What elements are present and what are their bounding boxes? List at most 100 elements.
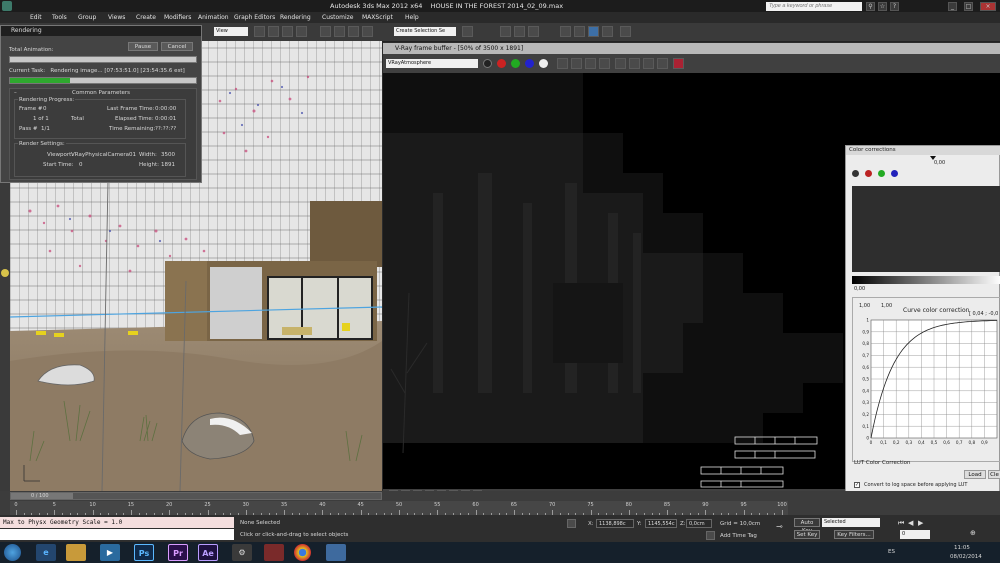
menu-help[interactable]: Help (405, 14, 419, 21)
zoom-icon[interactable]: ⊕ (970, 529, 976, 537)
mirror-icon[interactable] (362, 26, 373, 37)
region-render-icon[interactable] (629, 58, 640, 69)
start-button-icon[interactable] (4, 544, 21, 561)
clear-lut-button[interactable]: Cle (988, 470, 1000, 479)
photoshop-icon[interactable]: Ps (134, 544, 154, 561)
render-setup-icon[interactable] (574, 26, 585, 37)
schematic-icon[interactable] (528, 26, 539, 37)
timeline-ruler[interactable]: 0 5 10 15 20 25 30 35 40 45 50 55 60 65 70 75 80 85 90 95 10… (10, 501, 788, 515)
menu-create[interactable]: Create (136, 14, 156, 21)
cc-green-icon[interactable] (878, 170, 885, 177)
percent-snap-icon[interactable] (348, 26, 359, 37)
scale-icon[interactable] (296, 26, 307, 37)
load-image-icon[interactable] (571, 58, 582, 69)
previous-frame-icon[interactable]: ◀ (908, 519, 913, 527)
menu-group[interactable]: Group (78, 14, 96, 21)
lock-selection-icon[interactable] (567, 519, 576, 528)
chrome-icon[interactable] (294, 544, 311, 561)
move-icon[interactable] (268, 26, 279, 37)
menu-animation[interactable]: Animation (198, 14, 229, 21)
3ds-max-taskbar-icon[interactable]: ⚙ (232, 544, 252, 561)
duplicate-icon[interactable] (599, 58, 610, 69)
after-effects-icon[interactable]: Ae (198, 544, 218, 561)
maxscript-input[interactable] (0, 529, 234, 540)
mono-channel-icon[interactable] (539, 59, 548, 68)
file-explorer-icon[interactable] (66, 544, 86, 561)
rendering-dialog[interactable]: Rendering Total Animation: Pause Cancel … (0, 25, 202, 183)
pause-button[interactable]: Pause (128, 42, 158, 51)
cc-blue-icon[interactable] (891, 170, 898, 177)
search-input[interactable] (766, 2, 862, 11)
vray-frame-buffer-taskbar-icon[interactable] (326, 544, 346, 561)
layer-icon[interactable] (500, 26, 511, 37)
maximize-icon[interactable]: □ (964, 2, 973, 11)
color-corrections-panel[interactable]: Color corrections 0,00 0,00 1,00 1,00 Cu… (845, 145, 1000, 493)
internet-explorer-icon[interactable]: e (36, 544, 56, 561)
snap-icon[interactable] (320, 26, 331, 37)
track-mouse-icon[interactable] (615, 58, 626, 69)
key-icon[interactable]: ⊸ (776, 523, 790, 531)
menu-modifiers[interactable]: Modifiers (164, 14, 191, 21)
premiere-icon[interactable]: Pr (168, 544, 188, 561)
collapse-toggle-icon[interactable]: – (14, 90, 17, 96)
star-icon[interactable]: ☆ (878, 2, 887, 11)
menu-views[interactable]: Views (108, 14, 125, 21)
key-filters-button[interactable]: Key Filters... (834, 530, 874, 539)
material-editor-icon[interactable] (560, 26, 571, 37)
render-last-icon[interactable] (643, 58, 654, 69)
viewport-handle-icon[interactable] (1, 269, 9, 277)
alpha-channel-icon[interactable] (483, 59, 492, 68)
clear-image-icon[interactable] (585, 58, 596, 69)
link-inspector-icon[interactable] (657, 58, 668, 69)
cancel-button[interactable]: Cancel (161, 42, 193, 51)
green-channel-icon[interactable] (511, 59, 520, 68)
time-slider[interactable]: 0 / 100 (10, 492, 382, 500)
channel-dropdown[interactable]: VRayAtmosphere (386, 59, 478, 68)
render-icon[interactable] (602, 26, 613, 37)
select-icon[interactable] (254, 26, 265, 37)
help-icon[interactable]: ? (890, 2, 899, 11)
search-icon[interactable]: ⚲ (866, 2, 875, 11)
go-to-start-icon[interactable]: ⏮ (898, 519, 904, 528)
menu-tools[interactable]: Tools (52, 14, 67, 21)
blue-channel-icon[interactable] (525, 59, 534, 68)
selection-set-dropdown[interactable]: Create Selection Se (394, 27, 456, 36)
key-mode-dropdown[interactable]: Selected (822, 518, 880, 527)
render-frame-icon[interactable] (588, 26, 599, 37)
curve-editor-icon[interactable] (514, 26, 525, 37)
rotate-icon[interactable] (282, 26, 293, 37)
play-icon[interactable]: ▶ (918, 519, 923, 527)
curve-chart[interactable]: 10,90,80,70,60,50,40,30,20,10 0 0,1 0,2 0,3… (853, 312, 1000, 462)
close-icon[interactable]: × (980, 2, 996, 11)
menu-customize[interactable]: Customize (322, 14, 354, 21)
load-lut-button[interactable]: Load (964, 470, 986, 479)
levels-gradient[interactable] (852, 276, 1000, 284)
menu-rendering[interactable]: Rendering (280, 14, 311, 21)
set-key-button[interactable]: Set Key (794, 530, 820, 539)
time-tag-icon[interactable] (706, 531, 715, 540)
language-indicator[interactable]: ES (888, 549, 895, 555)
cc-mono-icon[interactable] (852, 170, 859, 177)
cc-red-icon[interactable] (865, 170, 872, 177)
add-time-tag[interactable]: Add Time Tag (720, 533, 757, 539)
menu-edit[interactable]: Edit (30, 14, 42, 21)
log-space-checkbox[interactable]: ✓ (854, 482, 860, 488)
angle-snap-icon[interactable] (334, 26, 345, 37)
app-icon[interactable] (2, 1, 12, 11)
stop-render-icon[interactable] (673, 58, 684, 69)
media-player-icon[interactable]: ▶ (100, 544, 120, 561)
minimize-icon[interactable]: _ (948, 2, 957, 11)
x-coordinate-field[interactable]: 1138,898c (596, 519, 634, 528)
autodesk-icon[interactable] (264, 544, 284, 561)
top-slider-handle-icon[interactable] (930, 156, 936, 160)
frame-field[interactable]: 0 (900, 530, 930, 539)
red-channel-icon[interactable] (497, 59, 506, 68)
maxscript-listener[interactable]: Max to Physx Geometry Scale = 1.0 (0, 517, 234, 528)
auto-key-button[interactable]: Auto Key (794, 518, 820, 534)
teapot-icon[interactable] (620, 26, 631, 37)
menu-maxscript[interactable]: MAXScript (362, 14, 393, 21)
z-coordinate-field[interactable]: 0,0cm (686, 519, 712, 528)
y-coordinate-field[interactable]: 1145,554c (645, 519, 677, 528)
save-image-icon[interactable] (557, 58, 568, 69)
menu-graph-editors[interactable]: Graph Editors (234, 14, 275, 21)
